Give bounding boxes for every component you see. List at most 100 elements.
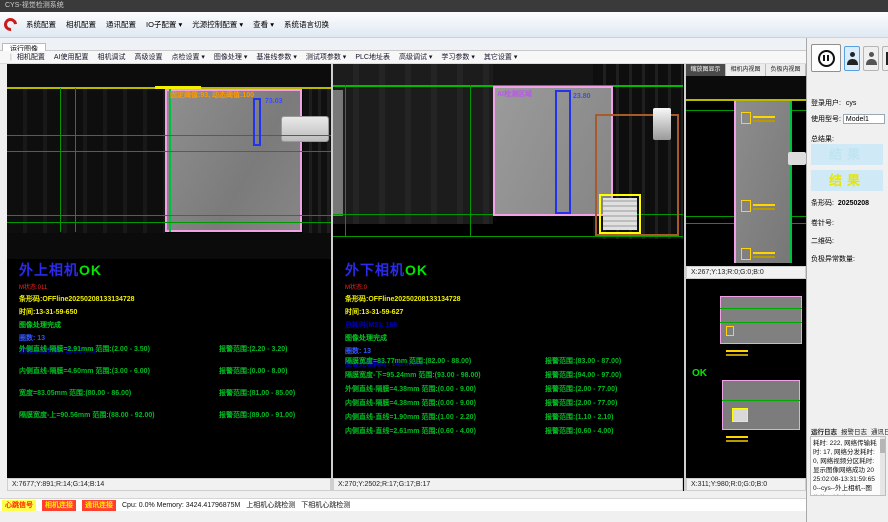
preview-tab[interactable]: 缩放图显示 [686, 64, 726, 76]
toolbar-item[interactable]: 高级调试 ▾ [399, 52, 432, 62]
measurement-row: 隔膜宽度-下=95.24mm 范围:(93.00 - 98.00) 报警范围:(… [345, 370, 621, 380]
toolbar-item[interactable]: 高级设置 [134, 52, 162, 62]
overlay-green-line [722, 400, 800, 401]
threshold-label: 固定阈值:93, 动态阈值:100 [170, 90, 254, 100]
toolbar-item[interactable]: AI使用配置 [54, 52, 89, 62]
measurement-value: 内侧直线-直线=1.90mm 范围:(1.00 - 2.20) [345, 412, 545, 422]
toolbar-item[interactable]: 学习参数 ▾ [441, 52, 474, 62]
model-label: 使用型号: [811, 116, 841, 123]
log-box[interactable]: 耗时: 222, 网络传输耗时: 17, 网络分发耗时: 0, 网络视频分区耗时… [810, 436, 886, 496]
toolbar-item[interactable]: 测试项参数 ▾ [306, 52, 346, 62]
status-bar: 心跳信号 相机连接 通讯连接 Cpu: 0.0% Memory: 3424.41… [0, 498, 806, 511]
overlay-green-vline [470, 85, 471, 237]
tab-row: 运行图像 [0, 38, 806, 51]
measurements-left: 外侧直线-隔膜=2.91mm 范围:(2.00 - 3.50) 报警范围:(2.… [19, 344, 295, 432]
heartbeat-signal-badge: 心跳信号 [2, 500, 36, 511]
barcode-line: 条形码:OFFline20250208133134728 [19, 294, 319, 304]
measurement-row: 内侧直线-隔膜=4.38mm 范围:(0.00 - 9.00) 报警范围:(2.… [345, 398, 621, 408]
measurement-row: 宽度=83.05mm 范围:(80.00 - 86.00) 报警范围:(81.0… [19, 388, 295, 398]
status-line: M状态:0 [345, 282, 645, 291]
measurement-row: 内侧直线-直线=2.61mm 范围:(0.60 - 4.00) 报警范围:(0.… [345, 426, 621, 436]
overlay-green-line [7, 151, 331, 152]
menu-item[interactable]: 相机配置 [66, 19, 96, 30]
log-scrollbar[interactable] [880, 437, 885, 495]
machine-texture [686, 76, 806, 100]
measurement-alarm: 报警范围:(2.00 - 77.00) [545, 384, 617, 394]
measurement-value: 内侧直线-隔膜=4.38mm 范围:(0.00 - 9.00) [345, 398, 545, 408]
preview-result-panel[interactable]: OK [686, 280, 806, 478]
measurement-row: 隔膜宽度-上=90.56mm 范围:(88.00 - 92.00) 报警范围:(… [19, 410, 295, 420]
ai-region-label: AI检测区域 [497, 89, 532, 99]
measurement-alarm: 报警范围:(89.00 - 91.00) [219, 410, 295, 420]
barcode-label: 条形码: [811, 200, 834, 207]
toolbar-item[interactable]: PLC地址表 [355, 52, 390, 62]
menu-item[interactable]: 系统配置 [26, 19, 56, 30]
preview-tab[interactable]: 相机内视图 [726, 64, 766, 76]
measurement-row: 内侧直线-直线=1.90mm 范围:(1.00 - 2.20) 报警范围:(1.… [345, 412, 621, 422]
negative-count-label: 负极异常数量: [811, 254, 855, 264]
camera-name: 外上相机 [19, 262, 79, 278]
exit-button[interactable] [882, 46, 888, 71]
overlay-green-edge [169, 89, 171, 232]
menu-item[interactable]: IO子配置 ▾ [146, 19, 182, 30]
log-tab[interactable]: 报警日志 [841, 426, 867, 436]
user-icon [847, 52, 858, 65]
log-tab[interactable]: 运行日志 [811, 426, 837, 436]
camera-name: 外下相机 [345, 262, 405, 278]
preview-zoom-panel[interactable] [686, 76, 806, 266]
toolbar-item[interactable]: 其它设置 ▾ [484, 52, 517, 62]
menu-item[interactable]: 查看 ▾ [253, 19, 274, 30]
control-panel: 登录用户: cys 使用型号: Model1 总结果: 结果 结果 条形码: 2… [806, 38, 888, 522]
overlay-green-line [720, 308, 802, 309]
user-icon [866, 52, 877, 65]
qr-code-label: 二维码: [811, 236, 834, 246]
camera-connection-badge: 相机连接 [42, 500, 76, 511]
toolbar-item[interactable]: 相机配置 [17, 52, 45, 62]
preview-tab[interactable]: 负极内视图 [766, 64, 806, 76]
camera-view-left[interactable]: 73.03 固定阈值:93, 动态阈值:100 外上相机OK M状态:011 条… [7, 64, 331, 478]
result-ok: OK [405, 262, 428, 278]
result-ok: OK [79, 262, 102, 278]
overlay-green-line [7, 222, 331, 223]
upper-camera-heartbeat: 上相机心跳检测 [246, 500, 295, 510]
user-logout-button[interactable] [863, 46, 879, 71]
measurement-row: 外侧直线-隔膜=2.91mm 范围:(2.00 - 3.50) 报警范围:(2.… [19, 344, 295, 354]
menu-item[interactable]: 通讯配置 [106, 19, 136, 30]
overlay-yellow-rect [732, 408, 748, 422]
machine-texture [7, 233, 331, 259]
measurement-value: 隔膜宽度-下=95.24mm 范围:(93.00 - 98.00) [345, 370, 545, 380]
machine-texture [303, 88, 331, 233]
camera-view-middle[interactable]: AI检测区域 23.80 外下相机OK M状态:0 条形码:OFFline202… [333, 64, 683, 478]
camera-result-title: 外上相机OK [19, 260, 319, 280]
user-login-button[interactable] [844, 46, 860, 71]
thumbnail-part [722, 380, 800, 430]
log-tab[interactable]: 通讯日志 [871, 426, 888, 436]
overlay-green-vline [75, 88, 76, 232]
toolbar-item[interactable]: 相机调试 [97, 52, 125, 62]
total-elapsed-line: 总耗时(MS): 166 [345, 320, 645, 330]
model-select[interactable]: Model1 [843, 114, 885, 124]
machine-texture [7, 88, 165, 233]
measure-annotation: 23.80 [573, 93, 591, 100]
toolbar-item[interactable]: 基准线参数 ▾ [256, 52, 296, 62]
highlight-region [653, 108, 671, 140]
menu-item[interactable]: 光源控制配置 ▾ [192, 19, 243, 30]
coords-middle: X:270;Y:2502;R:17;G:17;B:17 [333, 478, 683, 491]
measure-annotation: 73.03 [265, 98, 283, 105]
menu-item[interactable]: 系统语言切换 [284, 19, 329, 30]
app-window: CYS-视觉检测系统 系统配置相机配置通讯配置IO子配置 ▾光源控制配置 ▾查看… [0, 0, 888, 522]
result-block-left: 外上相机OK M状态:011 条形码:OFFline20250208133134… [19, 260, 319, 356]
toolbar-item[interactable]: 图像处理 ▾ [214, 52, 247, 62]
log-scroll-thumb[interactable] [880, 439, 885, 453]
barcode-line: 条形码:OFFline20250208133134728 [345, 294, 645, 304]
measurement-value: 隔膜宽度=83.77mm 范围:(82.00 - 88.00) [345, 356, 545, 366]
count-line: 圈数: 13 [19, 333, 319, 343]
pause-button[interactable] [811, 44, 841, 72]
measurement-value: 内侧直线-直线=2.61mm 范围:(0.60 - 4.00) [345, 426, 545, 436]
annotation-text-mark [753, 204, 775, 206]
overlay-blue-rect [555, 90, 571, 214]
annotation-marker [741, 248, 751, 260]
toolbar-item[interactable]: 点检设置 ▾ [171, 52, 204, 62]
annotation-marker [741, 112, 751, 124]
annotation-text-mark [753, 116, 775, 118]
